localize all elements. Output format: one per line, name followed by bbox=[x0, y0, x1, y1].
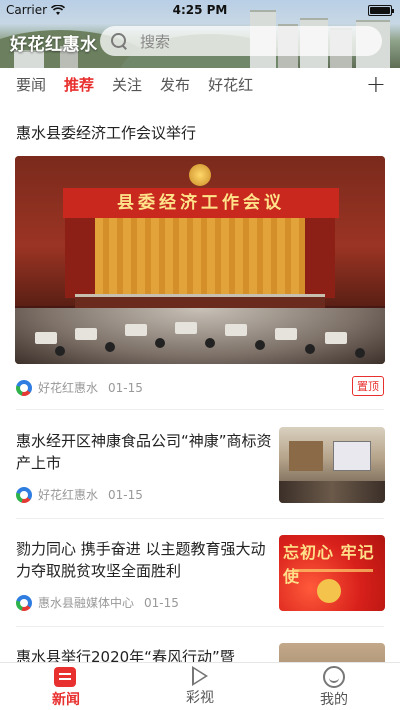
hero-stage-banner: 县委经济工作会议 bbox=[63, 188, 339, 218]
bottom-navigation: 新闻 彩视 我的 bbox=[0, 662, 400, 710]
publish-date: 01-15 bbox=[108, 487, 143, 502]
publish-date: 01-15 bbox=[144, 595, 179, 610]
app-screen: Carrier 4:25 PM 好花红惠水 搜索 要闻 推荐 关注 发布 好花红… bbox=[0, 0, 400, 710]
pinned-badge: 置顶 bbox=[352, 376, 384, 396]
nav-news[interactable]: 新闻 bbox=[26, 663, 106, 710]
divider bbox=[16, 518, 384, 519]
source-name: 惠水县融媒体中心 bbox=[38, 596, 135, 610]
article-thumbnail[interactable]: 忘初心 牢记使 bbox=[279, 535, 385, 611]
hero-seat bbox=[35, 332, 57, 344]
featured-article-title[interactable]: 惠水县委经济工作会议举行 bbox=[16, 122, 196, 143]
header: Carrier 4:25 PM 好花红惠水 搜索 bbox=[0, 0, 400, 68]
hero-seat bbox=[75, 328, 97, 340]
hero-audience-member bbox=[305, 344, 315, 354]
article-title[interactable]: 勠力同心 携手奋进 以主题教育强大动力夺取脱贫攻坚全面胜利 bbox=[16, 538, 274, 582]
article-meta: 好花红惠水 01-15 bbox=[16, 379, 143, 396]
tab-publish[interactable]: 发布 bbox=[160, 74, 190, 95]
play-icon bbox=[192, 666, 208, 686]
source-logo-icon bbox=[16, 594, 32, 611]
hero-seat bbox=[325, 332, 347, 344]
nav-me[interactable]: 我的 bbox=[294, 663, 374, 710]
divider bbox=[16, 409, 384, 410]
hero-stage-flag bbox=[65, 218, 95, 298]
hero-stage-flag bbox=[305, 218, 335, 298]
divider bbox=[16, 626, 384, 627]
hero-audience-member bbox=[205, 338, 215, 348]
article-title[interactable]: 惠水县举行2020年“春风行动”暨 bbox=[16, 646, 274, 662]
hero-audience-member bbox=[55, 346, 65, 356]
publish-date: 01-15 bbox=[108, 380, 143, 395]
article-thumbnail[interactable] bbox=[279, 427, 385, 503]
search-placeholder: 搜索 bbox=[140, 32, 171, 51]
emblem-icon bbox=[317, 579, 341, 603]
search-icon bbox=[110, 32, 128, 50]
thumbnail-decoration bbox=[293, 569, 373, 572]
news-feed: 惠水县委经济工作会议举行 县委经济工作会议 好花红惠水 01-15 置顶 惠水经… bbox=[0, 100, 400, 662]
source-name: 好花红惠水 bbox=[38, 488, 99, 502]
nav-me-label: 我的 bbox=[320, 692, 348, 708]
status-time: 4:25 PM bbox=[172, 3, 228, 17]
hero-seat bbox=[175, 322, 197, 334]
article-meta: 惠水县融媒体中心 01-15 bbox=[16, 594, 179, 611]
hero-seat bbox=[225, 324, 247, 336]
article-meta: 好花红惠水 01-15 bbox=[16, 486, 143, 503]
source-logo-icon bbox=[16, 486, 32, 503]
app-title: 好花红惠水 bbox=[10, 35, 98, 55]
plus-icon[interactable]: + bbox=[366, 70, 386, 98]
thumbnail-panel bbox=[289, 441, 323, 471]
category-tabs: 要闻 推荐 关注 发布 好花红 + bbox=[0, 68, 400, 100]
hero-seat bbox=[275, 328, 297, 340]
article-thumbnail[interactable] bbox=[279, 643, 385, 662]
article-title[interactable]: 惠水经开区神康食品公司“神康”商标资产上市 bbox=[16, 430, 274, 474]
source-name: 好花红惠水 bbox=[38, 381, 99, 395]
hero-podium-table bbox=[75, 294, 325, 308]
nav-video-label: 彩视 bbox=[186, 690, 214, 706]
hero-audience-member bbox=[155, 338, 165, 348]
thumbnail-audience bbox=[279, 481, 385, 503]
battery-icon bbox=[368, 5, 394, 16]
hero-audience-member bbox=[355, 348, 365, 358]
thumbnail-screen bbox=[333, 441, 371, 471]
source-logo-icon bbox=[16, 379, 32, 396]
tab-recommended[interactable]: 推荐 bbox=[64, 74, 94, 95]
hero-audience-member bbox=[105, 342, 115, 352]
hero-audience-member bbox=[255, 340, 265, 350]
tab-haohuahong[interactable]: 好花红 bbox=[208, 74, 253, 95]
search-input[interactable]: 搜索 bbox=[100, 26, 382, 56]
hero-stage-curtain bbox=[95, 218, 305, 296]
nav-news-label: 新闻 bbox=[52, 692, 80, 708]
tab-yaowen[interactable]: 要闻 bbox=[16, 74, 46, 95]
tab-following[interactable]: 关注 bbox=[112, 74, 142, 95]
nav-video[interactable]: 彩视 bbox=[160, 663, 240, 710]
status-bar: Carrier 4:25 PM bbox=[0, 0, 400, 20]
emblem-icon bbox=[189, 164, 211, 186]
news-icon bbox=[54, 667, 76, 687]
hero-seat bbox=[125, 324, 147, 336]
smiley-icon bbox=[323, 666, 345, 688]
featured-article-image[interactable]: 县委经济工作会议 bbox=[15, 156, 385, 364]
